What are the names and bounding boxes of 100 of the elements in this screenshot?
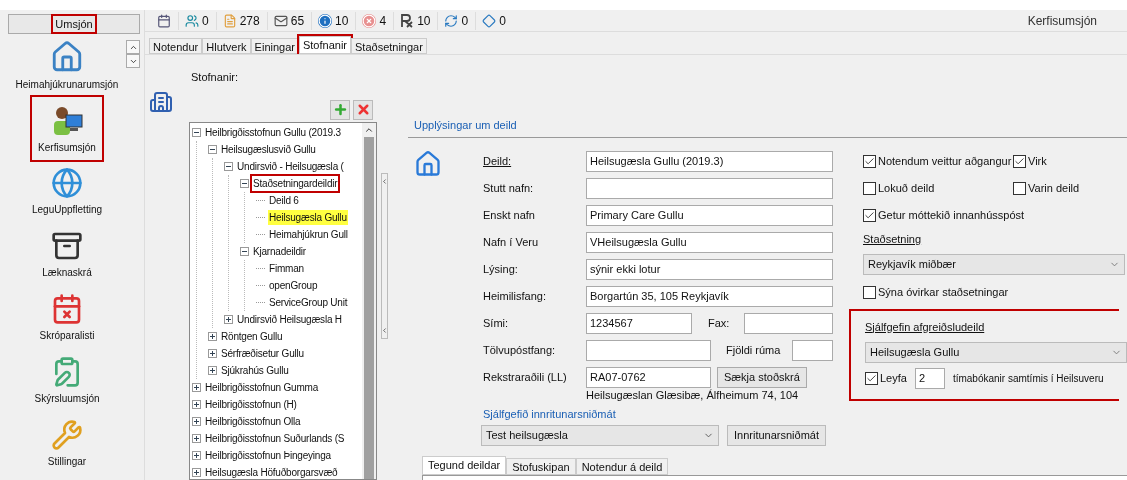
sidebar-item[interactable]: Heimahjúkrunarumsjón xyxy=(9,34,125,97)
plus-box-icon[interactable] xyxy=(192,416,201,426)
field-label: Fjöldi rúma xyxy=(726,342,782,358)
input-field[interactable]: VHeilsugæsla Gullu xyxy=(586,231,833,253)
counter-value: 0 xyxy=(202,12,209,30)
tree-item[interactable]: Röntgen Gullu xyxy=(220,328,284,344)
booking-limit-text: tímabókanir samtímis í Heilsuveru xyxy=(952,372,1104,386)
checkbox-label: Virk xyxy=(1028,153,1047,169)
checkbox-label: Sýna óvirkar staðsetningar xyxy=(878,285,1009,300)
scroll-down-button[interactable] xyxy=(126,54,140,68)
checkbox[interactable] xyxy=(863,181,876,195)
sidebar-item[interactable]: Stillingar xyxy=(41,412,93,475)
tree-item[interactable]: Undirsvið - Heilsugæsla ( xyxy=(236,158,345,174)
plus-box-icon[interactable] xyxy=(192,467,201,477)
people-icon xyxy=(185,13,199,28)
tree-item[interactable]: Undirsvið Heilsugæsla H xyxy=(236,311,343,327)
plus-box-icon[interactable] xyxy=(208,365,217,375)
minus-box-icon[interactable] xyxy=(192,127,201,137)
tab[interactable]: Stofnanir xyxy=(298,36,351,54)
tab[interactable]: Einingar xyxy=(250,38,299,54)
calendar-x-icon xyxy=(51,292,83,325)
check-icon xyxy=(864,155,875,167)
input-field[interactable]: Primary Care Gullu xyxy=(586,204,833,226)
tree-item[interactable]: Heilsugæsla Gullu xyxy=(268,209,348,225)
tab[interactable]: Stofuskipan xyxy=(506,457,576,475)
plus-box-icon[interactable] xyxy=(192,433,201,443)
tree-item[interactable]: Sjúkrahús Gullu xyxy=(220,362,290,378)
tree-item[interactable]: openGroup xyxy=(268,277,319,293)
tree-item[interactable]: Heilsugæsla Höfuðborgarsvæð xyxy=(204,464,339,479)
sidebar-item[interactable]: Skýrsluumsjón xyxy=(28,349,106,412)
calendar-icon[interactable] xyxy=(157,13,171,28)
counter-value: 65 xyxy=(290,12,305,30)
location-dropdown[interactable]: Reykjavík miðbær xyxy=(863,254,1125,275)
tree-item[interactable]: Heilbrigðisstofnun Suðurlands (S xyxy=(204,430,346,446)
field-label: Fax: xyxy=(708,315,731,331)
tree-item[interactable]: Deild 6 xyxy=(268,192,300,208)
checkbox[interactable] xyxy=(1013,181,1026,195)
tree-item[interactable]: Heimahjúkrun Gull xyxy=(268,226,349,242)
input-field[interactable] xyxy=(586,177,833,199)
chevron-left-icon xyxy=(381,178,388,185)
tree-item[interactable]: Heilbrigðisstofnun Gullu (2019.3 xyxy=(204,124,342,140)
tab[interactable]: Tegund deildar xyxy=(422,455,507,475)
scrollbar[interactable] xyxy=(362,122,376,479)
section-title: Upplýsingar um deild xyxy=(414,119,517,131)
fetch-button[interactable]: Sækja stoðskrá xyxy=(717,366,807,388)
tree-item[interactable]: Heilsugæslusvið Gullu xyxy=(220,141,317,157)
counter-value: 10 xyxy=(335,12,349,30)
template-dropdown[interactable]: Test heilsugæsla xyxy=(481,424,719,446)
sidebar-header[interactable]: Umsjón xyxy=(8,14,140,34)
tree-item[interactable]: Heilbrigðisstofnun (H) xyxy=(204,396,298,412)
sidebar-item[interactable]: Læknaskrá xyxy=(36,223,98,286)
plus-box-icon[interactable] xyxy=(192,450,201,460)
input-field[interactable]: 1234567 xyxy=(586,312,692,334)
tree-item[interactable]: Heilbrigðisstofnun Olla xyxy=(204,413,302,429)
delete-button[interactable] xyxy=(353,99,373,120)
building-icon xyxy=(149,89,173,114)
input-field[interactable] xyxy=(744,312,833,334)
minus-box-icon[interactable] xyxy=(240,246,249,256)
minus-box-icon[interactable] xyxy=(208,144,217,154)
input-field[interactable]: RA07-0762 xyxy=(586,366,711,388)
tab[interactable]: Hlutverk xyxy=(202,38,251,54)
checkbox[interactable] xyxy=(863,208,876,222)
input-field[interactable]: Borgartún 35, 105 Reykjavík xyxy=(586,285,833,307)
plus-box-icon[interactable] xyxy=(192,382,201,392)
tree-item[interactable]: Heilbrigðisstofnun Gumma xyxy=(204,379,320,395)
scroll-up-button[interactable] xyxy=(126,40,140,54)
checkbox[interactable] xyxy=(1013,154,1026,168)
plus-box-icon[interactable] xyxy=(208,348,217,358)
tree-item[interactable]: Sérfræðisetur Gullu xyxy=(220,345,305,361)
plus-box-icon[interactable] xyxy=(224,314,233,324)
add-button[interactable] xyxy=(330,99,350,120)
sidebar-item[interactable]: Kerfisumsjón xyxy=(32,97,102,160)
input-field[interactable] xyxy=(792,339,833,361)
document-icon xyxy=(222,13,237,28)
tab[interactable]: Notendur á deild xyxy=(575,457,669,475)
tree-item[interactable]: ServiceGroup Unit xyxy=(268,294,349,310)
tree-item[interactable]: Fimman xyxy=(268,260,305,276)
tree-item[interactable]: Kjarnadeildir xyxy=(252,243,307,259)
tab[interactable]: Staðsetningar xyxy=(351,38,427,54)
sidebar-item[interactable]: LeguUppfletting xyxy=(25,160,109,223)
location-label: Staðsetning xyxy=(863,231,923,247)
plus-box-icon[interactable] xyxy=(192,399,201,409)
minus-box-icon[interactable] xyxy=(224,161,233,171)
tree-item[interactable]: Staðsetningardeildir xyxy=(252,175,339,191)
input-field[interactable] xyxy=(586,339,711,361)
input-field[interactable]: 2 xyxy=(914,368,945,389)
sidebar-item[interactable]: Skróparalisti xyxy=(33,286,101,349)
plus-box-icon[interactable] xyxy=(208,331,217,341)
default-unit-dropdown[interactable]: Heilsugæsla Gullu xyxy=(865,342,1127,363)
field-label: Heimilisfang: xyxy=(483,288,547,304)
checkbox[interactable] xyxy=(863,285,876,299)
input-field[interactable]: Heilsugæsla Gullu (2019.3) xyxy=(586,150,833,172)
checkbox[interactable] xyxy=(863,154,876,168)
checkbox[interactable] xyxy=(865,372,878,385)
input-field[interactable]: sýnir ekki lotur xyxy=(586,258,833,280)
tab[interactable]: Notendur xyxy=(149,38,203,54)
template-button[interactable]: Innritunarsniðmát xyxy=(727,424,826,446)
minus-box-icon[interactable] xyxy=(240,178,249,188)
tree-item[interactable]: Heilbrigðisstofnun Þingeyinga xyxy=(204,447,332,463)
field-label: Enskt nafn xyxy=(483,207,536,223)
